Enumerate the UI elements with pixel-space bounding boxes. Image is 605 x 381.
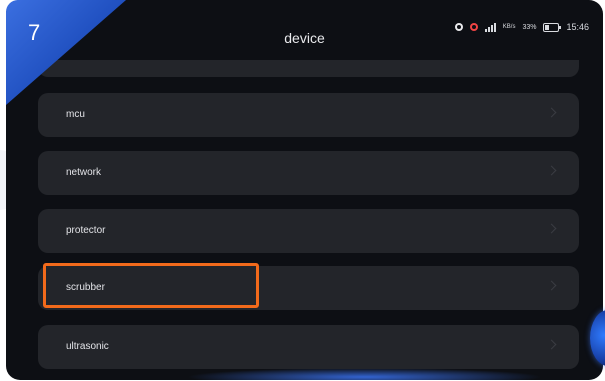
step-badge: 7 — [6, 0, 126, 105]
chevron-right-icon — [546, 280, 557, 291]
chevron-right-icon — [546, 165, 557, 176]
list-item-ultrasonic[interactable]: ultrasonic — [38, 325, 579, 369]
step-badge-background — [6, 0, 126, 105]
list-item-label: protector — [66, 225, 106, 236]
highlight-box — [43, 263, 259, 308]
list-item-protector[interactable]: protector — [38, 209, 579, 253]
list-item-label: network — [66, 167, 102, 178]
chevron-right-icon — [546, 107, 557, 118]
step-number: 7 — [28, 20, 41, 45]
list-item-network[interactable]: network — [38, 151, 579, 195]
list-item-label: ultrasonic — [66, 341, 109, 352]
chevron-right-icon — [546, 339, 557, 350]
chevron-right-icon — [546, 223, 557, 234]
